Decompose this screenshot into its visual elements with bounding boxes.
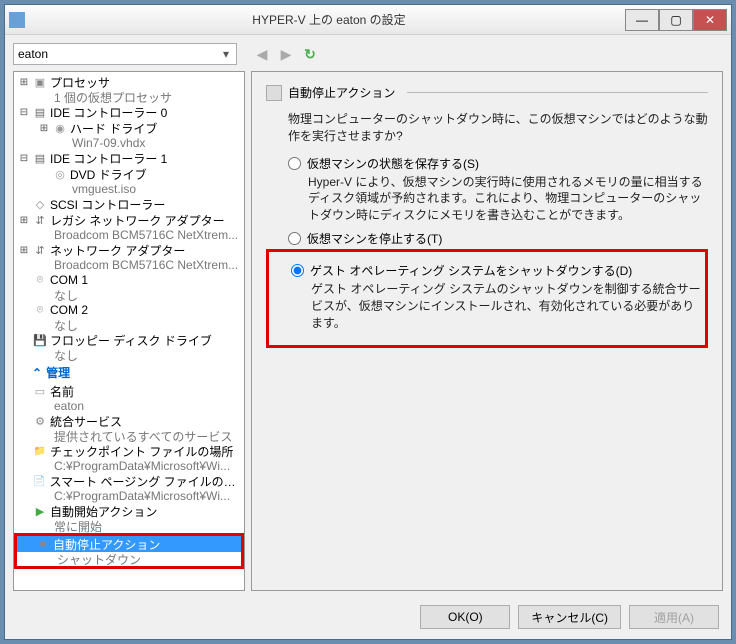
ide-icon <box>32 105 48 119</box>
combo-value: eaton <box>18 47 48 61</box>
scsi-icon <box>32 197 48 211</box>
maximize-button[interactable]: ▢ <box>659 9 693 31</box>
com-icon <box>32 273 48 287</box>
tree-com2-sub: なし <box>14 318 244 332</box>
settings-window: HYPER-V 上の eaton の設定 — ▢ ✕ eaton ▾ ◀ ▶ ↻… <box>4 4 732 640</box>
hdd-icon <box>52 121 68 135</box>
apply-button[interactable]: 適用(A) <box>629 605 719 629</box>
option-save-state[interactable]: 仮想マシンの状態を保存する(S) <box>288 155 708 172</box>
tree-autostop-highlight: 自動停止アクション シャットダウン <box>14 533 244 569</box>
detail-title: 自動停止アクション <box>288 84 395 101</box>
cancel-button[interactable]: キャンセル(C) <box>518 605 621 629</box>
tree-ide0-hdd-sub: Win7-09.vhdx <box>14 136 244 150</box>
autostop-header-icon <box>266 85 282 101</box>
titlebar: HYPER-V 上の eaton の設定 — ▢ ✕ <box>5 5 731 35</box>
close-button[interactable]: ✕ <box>693 9 727 31</box>
content-area: eaton ▾ ◀ ▶ ↻ ⊞プロセッサ 1 個の仮想プロセッサ ⊟IDE コン… <box>5 35 731 639</box>
section-caret-icon: ⌃ <box>32 366 42 380</box>
tree-svc-sub: 提供されているすべてのサービス <box>14 429 244 443</box>
tree-scsi[interactable]: SCSI コントローラー <box>14 196 244 212</box>
network-icon <box>32 243 48 257</box>
detail-header: 自動停止アクション <box>266 84 708 101</box>
autostart-icon <box>32 504 48 518</box>
tree-com1[interactable]: COM 1 <box>14 272 244 288</box>
refresh-button[interactable]: ↻ <box>301 45 319 63</box>
tree-chk[interactable]: チェックポイント ファイルの場所 <box>14 443 244 459</box>
nav-buttons: ◀ ▶ ↻ <box>253 45 319 63</box>
tree-autostart-sub: 常に開始 <box>14 519 244 533</box>
ok-button[interactable]: OK(O) <box>420 605 510 629</box>
option-turn-off-label: 仮想マシンを停止する(T) <box>307 230 442 247</box>
minimize-button[interactable]: — <box>625 9 659 31</box>
tree-page-sub: C:¥ProgramData¥Microsoft¥Wi... <box>14 489 244 503</box>
tree-autostart[interactable]: 自動開始アクション <box>14 503 244 519</box>
tree-ide1[interactable]: ⊟IDE コントローラー 1 <box>14 150 244 166</box>
tree-page[interactable]: スマート ページング ファイルの場所 <box>14 473 244 489</box>
autostop-icon <box>35 537 51 551</box>
option-shutdown-desc: ゲスト オペレーティング システムのシャットダウンを制御する統合サービスが、仮想… <box>311 281 701 331</box>
com-icon <box>32 303 48 317</box>
tree-autostop-sub: シャットダウン <box>17 552 241 566</box>
tree-fdd-sub: なし <box>14 348 244 362</box>
option-shutdown[interactable]: ゲスト オペレーティング システムをシャットダウンする(D) <box>291 262 701 279</box>
paging-icon <box>32 474 48 488</box>
services-icon <box>32 414 48 428</box>
vm-selector-combo[interactable]: eaton ▾ <box>13 43 237 65</box>
tree-chk-sub: C:¥ProgramData¥Microsoft¥Wi... <box>14 459 244 473</box>
dvd-icon <box>52 167 68 181</box>
tree-ide1-dvd[interactable]: DVD ドライブ <box>14 166 244 182</box>
option-turn-off[interactable]: 仮想マシンを停止する(T) <box>288 230 708 247</box>
tree-com2[interactable]: COM 2 <box>14 302 244 318</box>
cpu-icon <box>32 75 48 89</box>
tree-net[interactable]: ⊞ネットワーク アダプター <box>14 242 244 258</box>
toolbar: eaton ▾ ◀ ▶ ↻ <box>13 43 723 65</box>
window-buttons: — ▢ ✕ <box>625 9 727 31</box>
tree-net-sub: Broadcom BCM5716C NetXtrem... <box>14 258 244 272</box>
tree-legacy-net[interactable]: ⊞レガシ ネットワーク アダプター <box>14 212 244 228</box>
detail-description: 物理コンピューターのシャットダウン時に、この仮想マシンではどのような動作を実行さ… <box>288 111 708 145</box>
detail-pane: 自動停止アクション 物理コンピューターのシャットダウン時に、この仮想マシンではど… <box>251 71 723 591</box>
radio-shutdown[interactable] <box>291 264 304 277</box>
floppy-icon <box>32 333 48 347</box>
body: ⊞プロセッサ 1 個の仮想プロセッサ ⊟IDE コントローラー 0 ⊞ハード ド… <box>13 71 723 591</box>
tree-processor-sub: 1 個の仮想プロセッサ <box>14 90 244 104</box>
ide-icon <box>32 151 48 165</box>
tree-com1-sub: なし <box>14 288 244 302</box>
tree-mgmt-section[interactable]: ⌃管理 <box>14 362 244 383</box>
window-title: HYPER-V 上の eaton の設定 <box>33 11 625 28</box>
option-save-state-label: 仮想マシンの状態を保存する(S) <box>307 155 479 172</box>
header-divider <box>407 92 708 93</box>
tree-ide0[interactable]: ⊟IDE コントローラー 0 <box>14 104 244 120</box>
radio-turn-off[interactable] <box>288 232 301 245</box>
checkpoint-icon <box>32 444 48 458</box>
dialog-buttons: OK(O) キャンセル(C) 適用(A) <box>13 597 723 631</box>
option-save-state-desc: Hyper-V により、仮想マシンの実行時に使用されるメモリの量に相当するディス… <box>308 174 708 224</box>
tree-name[interactable]: 名前 <box>14 383 244 399</box>
tree-ide0-hdd[interactable]: ⊞ハード ドライブ <box>14 120 244 136</box>
option-shutdown-highlight: ゲスト オペレーティング システムをシャットダウンする(D) ゲスト オペレーテ… <box>266 249 708 348</box>
forward-button[interactable]: ▶ <box>277 45 295 63</box>
tree-name-sub: eaton <box>14 399 244 413</box>
chevron-down-icon: ▾ <box>220 47 232 61</box>
option-shutdown-label: ゲスト オペレーティング システムをシャットダウンする(D) <box>310 262 632 279</box>
tree-ide1-dvd-sub: vmguest.iso <box>14 182 244 196</box>
back-button[interactable]: ◀ <box>253 45 271 63</box>
settings-tree[interactable]: ⊞プロセッサ 1 個の仮想プロセッサ ⊟IDE コントローラー 0 ⊞ハード ド… <box>13 71 245 591</box>
name-icon <box>32 384 48 398</box>
radio-save-state[interactable] <box>288 157 301 170</box>
tree-legacy-net-sub: Broadcom BCM5716C NetXtrem... <box>14 228 244 242</box>
network-icon <box>32 213 48 227</box>
app-icon <box>9 12 25 28</box>
tree-fdd[interactable]: フロッピー ディスク ドライブ <box>14 332 244 348</box>
